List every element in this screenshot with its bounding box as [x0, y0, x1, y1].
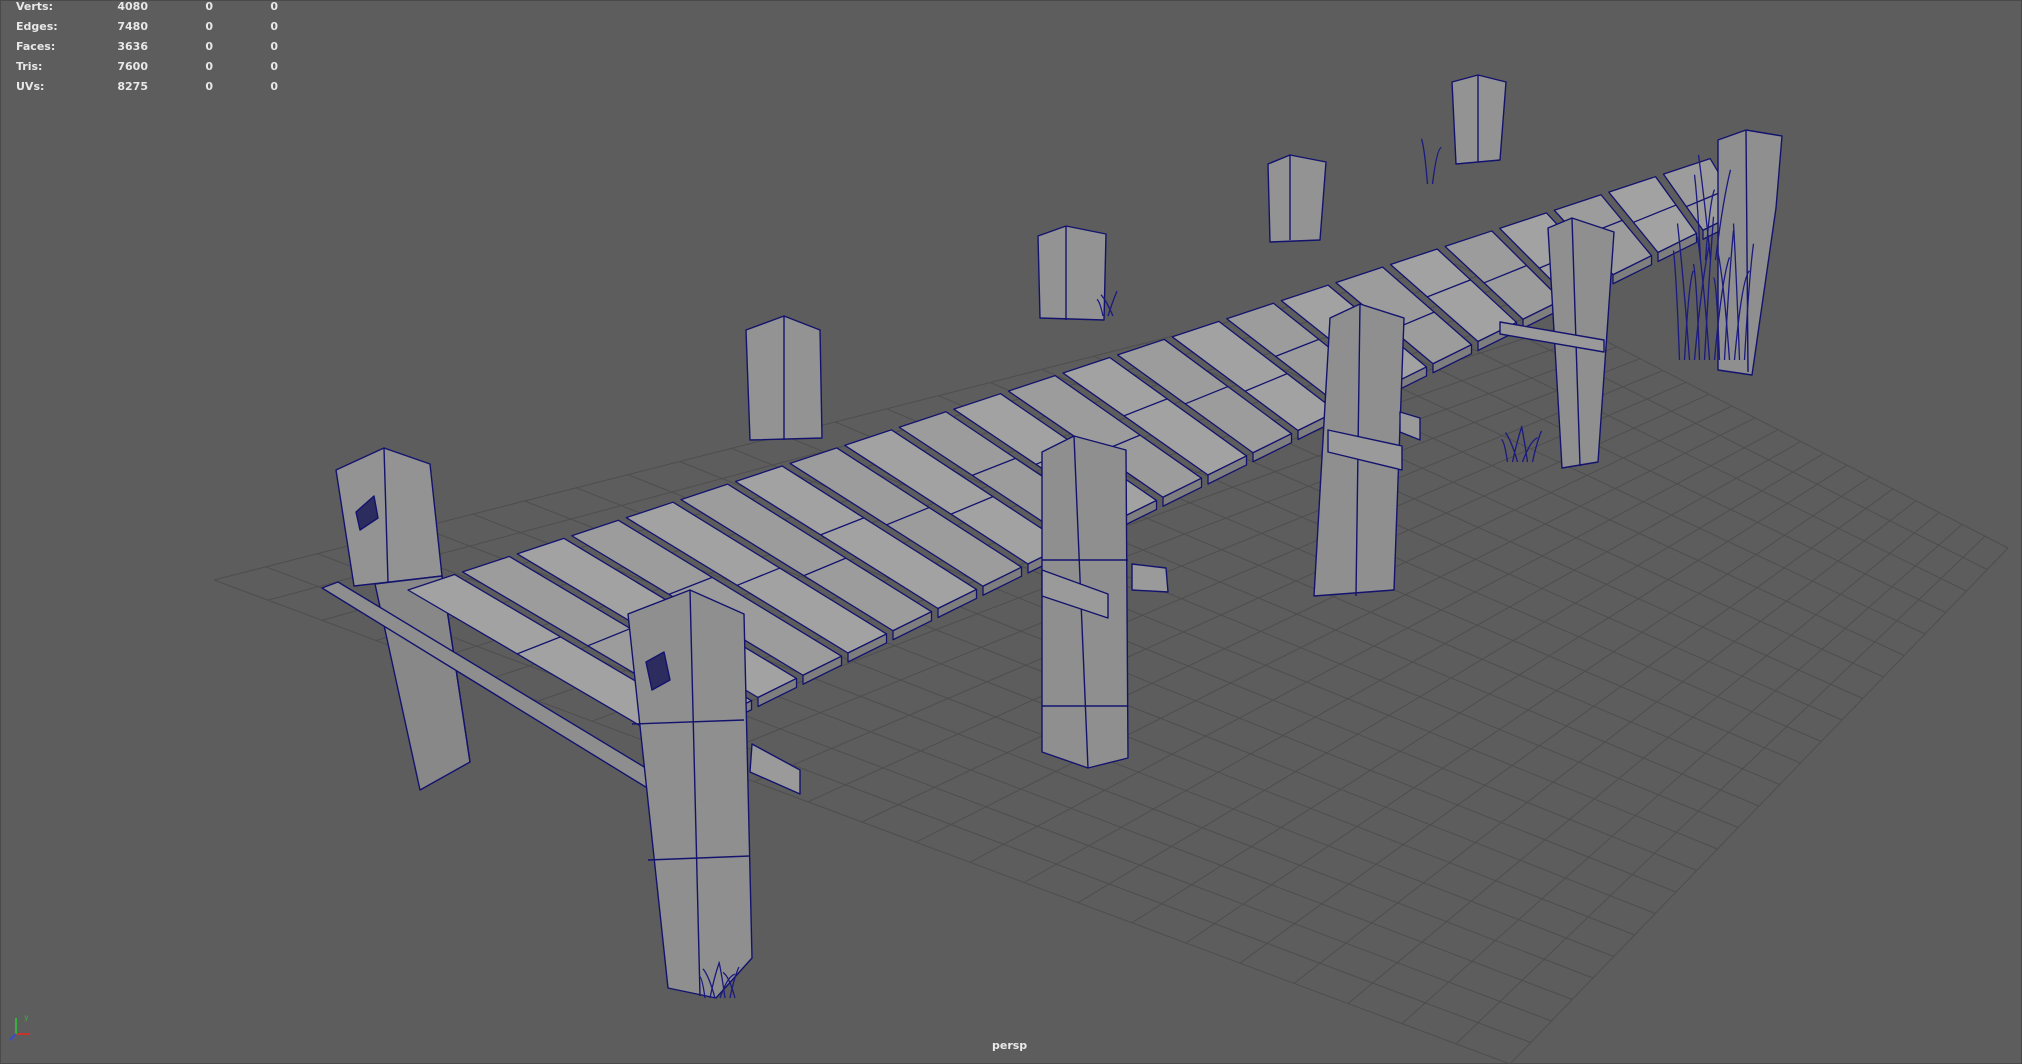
- hud-value: 7600: [117, 60, 148, 73]
- hud-value: 0: [270, 80, 278, 93]
- svg-text:y: y: [24, 1013, 29, 1022]
- grid-line: [1509, 547, 2009, 1064]
- hud-value: 4080: [117, 0, 148, 13]
- hud-label: Tris:: [16, 60, 43, 73]
- grass-blade: [1692, 263, 1701, 361]
- hud-value: 0: [270, 0, 278, 13]
- hud-value: 0: [205, 60, 213, 73]
- hud-label: Edges:: [16, 20, 58, 33]
- grass-blade: [1672, 250, 1681, 361]
- grid-line: [1401, 523, 1963, 1025]
- hud-value: 8275: [117, 80, 148, 93]
- hud-value: 7480: [117, 20, 148, 33]
- grid-line: [1131, 464, 1848, 924]
- hud-label: Faces:: [16, 40, 56, 53]
- grid-line: [1077, 452, 1825, 904]
- grass-blade: [1511, 427, 1523, 463]
- hud-label: Verts:: [16, 0, 54, 13]
- hud-value: 0: [205, 20, 213, 33]
- dock-3d-model[interactable]: y: [0, 0, 2022, 1064]
- hud-value: 0: [270, 20, 278, 33]
- hud-value: 3636: [117, 40, 148, 53]
- hud-value: 0: [205, 0, 213, 13]
- xyz-axis-icon: y: [9, 1013, 30, 1041]
- hud-value: 0: [205, 40, 213, 53]
- hud-label: UVs:: [16, 80, 45, 93]
- grid-line: [1347, 512, 1940, 1004]
- hud-value: 0: [270, 40, 278, 53]
- grass-blade: [1420, 138, 1429, 185]
- grass-blade: [1107, 290, 1118, 317]
- grid-line: [1197, 329, 1905, 656]
- grid-line: [1455, 535, 1986, 1045]
- perspective-viewport[interactable]: y Verts: 4080 0 0 Edges: 7480 0 0 Faces: 3636 0 0 Tr…: [0, 0, 2022, 1064]
- grass-blade: [1431, 147, 1442, 185]
- hud-value: 0: [270, 60, 278, 73]
- camera-name-label: persp: [992, 1039, 1028, 1052]
- hud-value: 0: [205, 80, 213, 93]
- grass-blade: [1501, 438, 1509, 463]
- grid-line: [1185, 476, 1871, 944]
